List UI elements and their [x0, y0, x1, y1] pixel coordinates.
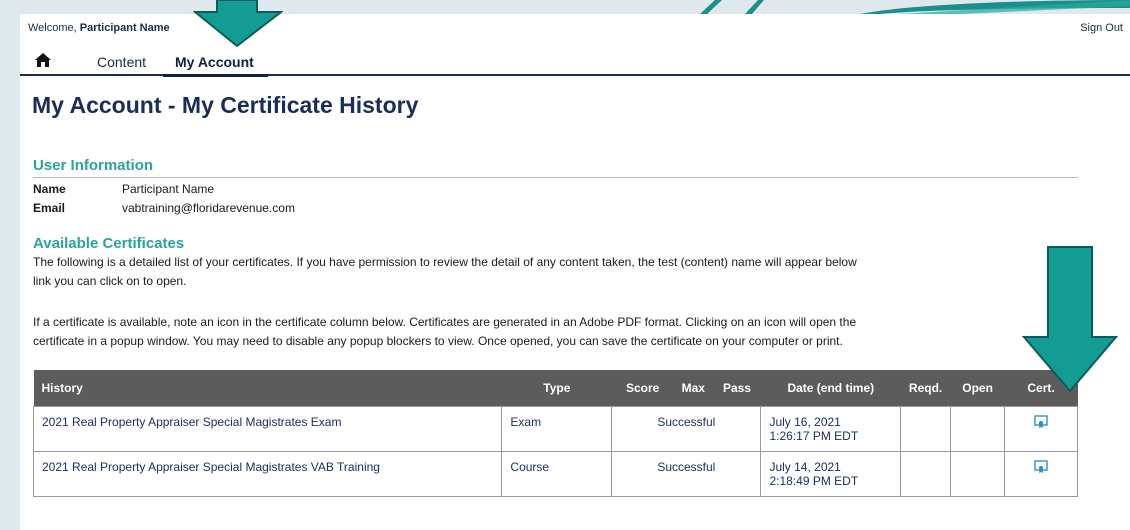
column-header-reqd: Reqd. [900, 370, 951, 406]
name-value: Participant Name [122, 182, 215, 196]
result-cell: Successful [611, 450, 762, 497]
email-value: vabtraining@floridarevenue.com [122, 201, 295, 215]
certificate-history-table: History Type Score Max Pass Date (end ti… [32, 370, 1078, 497]
date-cell: July 16, 2021 1:26:17 PM EDT [760, 405, 902, 452]
home-icon[interactable] [34, 52, 52, 68]
sign-out-link[interactable]: Sign Out [1080, 22, 1123, 34]
down-arrow-annotation-nav [193, 0, 283, 48]
reqd-cell [900, 405, 952, 452]
date-cell: July 14, 2021 2:18:49 PM EDT [760, 450, 902, 497]
table-row: 2021 Real Property Appraiser Special Mag… [32, 450, 1078, 497]
certificate-icon[interactable] [1034, 414, 1048, 429]
certificates-intro-paragraph: The following is a detailed list of your… [33, 255, 857, 288]
certificates-help-paragraph: If a certificate is available, note an i… [33, 315, 857, 348]
column-header-score: Score [611, 370, 674, 406]
column-header-history: History [33, 370, 502, 406]
open-cell [950, 405, 1006, 452]
welcome-text: Welcome, Participant Name [28, 22, 170, 34]
history-link[interactable]: 2021 Real Property Appraiser Special Mag… [32, 450, 503, 497]
participant-name: Participant Name [79, 22, 170, 34]
email-label: Email [33, 201, 66, 215]
available-certificates-heading: Available Certificates [33, 235, 185, 252]
open-cell [950, 450, 1006, 497]
column-header-type: Type [501, 370, 612, 406]
column-header-max: Max [673, 370, 713, 406]
column-header-pass: Pass [712, 370, 761, 406]
type-cell: Exam [501, 405, 613, 452]
table-header-row: History Type Score Max Pass Date (end ti… [33, 370, 1078, 406]
down-arrow-annotation-cert [1021, 246, 1119, 393]
column-header-open: Open [950, 370, 1005, 406]
tab-my-account[interactable]: My Account [163, 54, 268, 77]
tab-content[interactable]: Content [97, 54, 146, 70]
reqd-cell [900, 450, 952, 497]
name-label: Name [33, 182, 66, 196]
column-header-date: Date (end time) [760, 370, 901, 406]
cert-cell [1004, 405, 1078, 452]
main-nav: Content My Account [20, 48, 1130, 77]
history-link[interactable]: 2021 Real Property Appraiser Special Mag… [32, 405, 503, 452]
certificate-icon[interactable] [1034, 459, 1048, 474]
result-cell: Successful [611, 405, 762, 452]
page-title: My Account - My Certificate History [32, 92, 419, 118]
type-cell: Course [501, 450, 613, 497]
user-info-heading: User Information [33, 157, 154, 174]
table-row: 2021 Real Property Appraiser Special Mag… [32, 405, 1078, 452]
divider [33, 177, 1078, 178]
cert-cell [1004, 450, 1078, 497]
